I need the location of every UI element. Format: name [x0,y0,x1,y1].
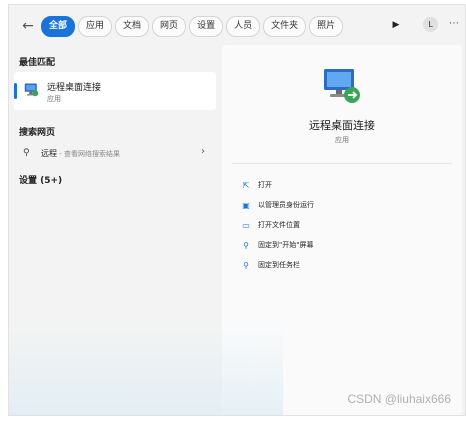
best-match-result[interactable]: 远程桌面连接 应用 [14,72,216,110]
more-tabs-play-icon[interactable]: ▶ [391,19,401,31]
detail-app-type: 应用 [335,136,349,144]
search-icon: ⚲ [23,148,30,158]
filter-tab[interactable]: 设置 [189,16,224,37]
action-label: 打开 [258,181,272,189]
action-item[interactable]: ⚲ 固定到"开始"屏幕 [240,235,314,255]
search-panel: ← 全部 应用 文档 网页 设置 人员 文件夹 照片 ▶ L ⋯ 最佳匹配 远程桌面连接 应用… [8,4,466,416]
chevron-right-icon: › [201,146,205,157]
action-item[interactable]: ⚲ 固定到任务栏 [240,255,314,275]
detail-app-name: 远程桌面连接 [309,119,375,132]
filter-tab[interactable]: 全部 [41,16,76,37]
filter-tabs: 全部 应用 文档 网页 设置 人员 文件夹 照片 [41,16,344,37]
action-item[interactable]: ▭ 打开文件位置 [240,215,314,235]
divider [232,163,452,164]
filter-tab[interactable]: 网页 [152,16,187,37]
pin-icon: ⚲ [243,240,249,250]
open-external-icon: ⇱ [242,180,250,190]
action-list: ⇱ 打开 ▣ 以管理员身份运行 ▭ 打开文件位置 ⚲ 固定到"开始"屏幕 ⚲ 固定到任务栏 [240,175,314,275]
filter-tab[interactable]: 文件夹 [263,16,307,37]
action-label: 打开文件位置 [258,221,300,229]
remote-desktop-large-icon [324,69,360,103]
admin-shield-icon: ▣ [242,200,250,210]
watermark: CSDN @liuhaix666 [347,392,451,406]
action-label: 固定到"开始"屏幕 [258,241,314,249]
folder-icon: ▭ [242,220,250,230]
more-options-icon[interactable]: ⋯ [449,17,459,33]
selection-indicator [14,83,17,99]
detail-pane: 远程桌面连接 应用 ⇱ 打开 ▣ 以管理员身份运行 ▭ 打开文件位置 ⚲ 固定到"开始"屏幕 ⚲… [222,45,462,415]
settings-heading[interactable]: 设置 (5+) [19,173,62,186]
action-label: 以管理员身份运行 [258,201,314,209]
filter-bar: ← 全部 应用 文档 网页 设置 人员 文件夹 照片 ▶ L ⋯ [9,5,465,45]
action-item[interactable]: ⇱ 打开 [240,175,314,195]
filter-tab[interactable]: 照片 [309,16,344,37]
action-item[interactable]: ▣ 以管理员身份运行 [240,195,314,215]
results-column: 最佳匹配 远程桌面连接 应用 搜索网页 ⚲ 远程 - 查看网络搜索结果 › 设置… [9,45,217,415]
web-search-result[interactable]: ⚲ 远程 - 查看网络搜索结果 › [14,145,216,163]
pin-icon: ⚲ [243,260,249,270]
back-arrow-icon[interactable]: ← [19,18,37,34]
filter-tab[interactable]: 人员 [226,16,261,37]
best-match-heading: 最佳匹配 [19,58,56,68]
search-web-heading: 搜索网页 [19,128,56,138]
avatar[interactable]: L [423,17,438,32]
action-label: 固定到任务栏 [258,261,300,269]
remote-desktop-icon [24,83,39,97]
web-hint: - 查看网络搜索结果 [57,150,120,158]
web-query: 远程 [41,149,57,158]
filter-tab[interactable]: 应用 [78,16,113,37]
result-type: 应用 [47,95,61,103]
result-name: 远程桌面连接 [47,83,102,93]
filter-tab[interactable]: 文档 [115,16,150,37]
